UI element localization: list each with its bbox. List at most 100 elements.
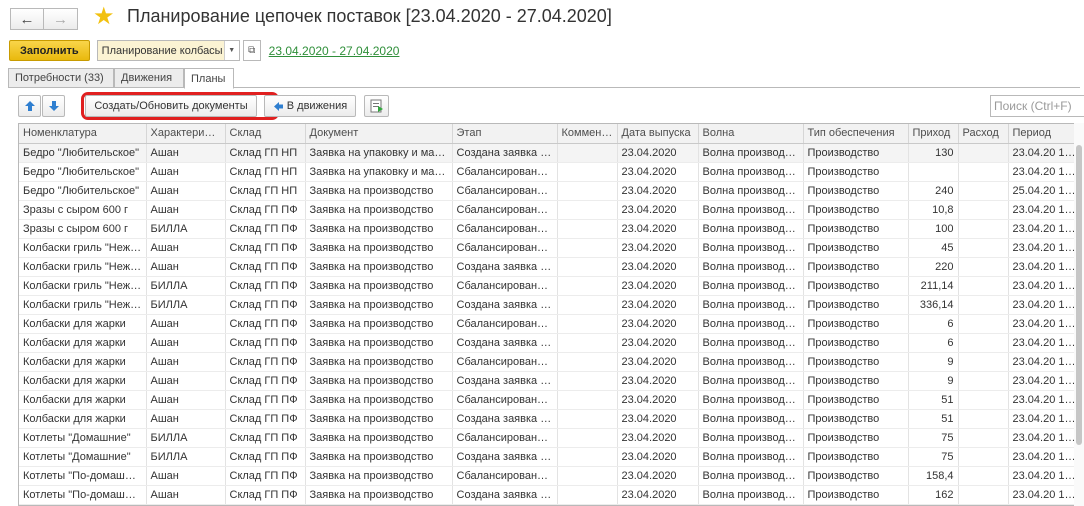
table-cell: Ашан: [146, 390, 226, 410]
table-cell: Заявка на производство: [305, 371, 453, 391]
table-cell: [557, 371, 618, 391]
column-header[interactable]: Характеристика: [146, 124, 226, 144]
table-row[interactable]: Колбаски гриль "Нежные" БИЛЛА Склад ГП ПФ З…: [19, 276, 1083, 296]
table-row[interactable]: Колбаски гриль "Нежные" Ашан Склад ГП ПФ За…: [19, 238, 1083, 258]
table-cell: Склад ГП ПФ: [225, 409, 306, 429]
table-row[interactable]: Зразы с сыром 600 г Ашан Склад ГП ПФ Заявка…: [19, 200, 1083, 220]
table-cell: Производство: [803, 314, 909, 334]
table-cell: [958, 371, 1009, 391]
column-header[interactable]: Комментарий: [557, 124, 618, 144]
table-row[interactable]: Колбаски для жарки Ашан Склад ГП ПФ Заявка …: [19, 390, 1083, 410]
table-cell: 23.04.2020: [617, 181, 699, 201]
search-input[interactable]: Поиск (Ctrl+F): [990, 95, 1084, 117]
table-cell: Волна производства: [698, 409, 804, 429]
scrollbar-thumb[interactable]: [1076, 145, 1082, 445]
table-cell: Производство: [803, 447, 909, 467]
table-cell: Заявка на производство: [305, 181, 453, 201]
back-button[interactable]: ←: [10, 8, 44, 30]
table-cell: 23.04.20 15:00: [1008, 162, 1083, 182]
table-cell: Заявка на производство: [305, 409, 453, 429]
table-cell: 25.04.20 15:00: [1008, 181, 1083, 201]
table-cell: Сбалансирована заявка: [452, 390, 558, 410]
table-cell: Сбалансирована заявка: [452, 219, 558, 239]
table-cell: Ашан: [146, 485, 226, 505]
column-header[interactable]: Этап: [452, 124, 558, 144]
column-header[interactable]: Номенклатура: [19, 124, 147, 144]
table-cell: Заявка на производство: [305, 314, 453, 334]
dropdown-arrow-icon[interactable]: ▼: [223, 41, 239, 60]
period-link[interactable]: 23.04.2020 - 27.04.2020: [269, 44, 400, 58]
table-row[interactable]: Колбаски гриль "Нежные" БИЛЛА Склад ГП ПФ З…: [19, 295, 1083, 315]
table-row[interactable]: Колбаски для жарки Ашан Склад ГП ПФ Заявка …: [19, 333, 1083, 353]
column-header[interactable]: Период: [1008, 124, 1083, 144]
tab-needs[interactable]: Потребности (33): [8, 68, 114, 88]
table-cell: Сбалансирована заявка: [452, 352, 558, 372]
table-cell: Сбалансирована заявка: [452, 428, 558, 448]
table-cell: Заявка на упаковку и маркировку: [305, 162, 453, 182]
table-row[interactable]: Котлеты "Домашние" БИЛЛА Склад ГП ПФ Заявка…: [19, 428, 1083, 448]
table-row[interactable]: Колбаски для жарки Ашан Склад ГП ПФ Заявка …: [19, 352, 1083, 372]
table-row[interactable]: Колбаски гриль "Нежные" Ашан Склад ГП ПФ За…: [19, 257, 1083, 277]
table-cell: [958, 333, 1009, 353]
tab-plans[interactable]: Планы: [184, 68, 234, 89]
table-cell: 23.04.2020: [617, 219, 699, 239]
table-cell: [557, 314, 618, 334]
table-cell: 51: [908, 390, 959, 410]
table-cell: 23.04.20 15:00: [1008, 143, 1083, 163]
table-cell: Склад ГП ПФ: [225, 295, 306, 315]
column-header[interactable]: Тип обеспечения: [803, 124, 909, 144]
move-up-button[interactable]: [18, 95, 41, 117]
table-cell: 23.04.2020: [617, 314, 699, 334]
table-cell: [958, 409, 1009, 429]
forward-button[interactable]: →: [44, 8, 78, 30]
table-cell: Ашан: [146, 162, 226, 182]
table-cell: Волна производства: [698, 276, 804, 296]
export-button[interactable]: [364, 95, 389, 117]
open-plan-button[interactable]: ⧉: [242, 40, 261, 61]
table-cell: Волна производства: [698, 295, 804, 315]
tab-movements[interactable]: Движения: [114, 68, 184, 88]
table-cell: [958, 238, 1009, 258]
table-cell: Производство: [803, 333, 909, 353]
create-update-documents-button[interactable]: Создать/Обновить документы: [85, 95, 257, 117]
table-cell: Производство: [803, 200, 909, 220]
table-row[interactable]: Зразы с сыром 600 г БИЛЛА Склад ГП ПФ Заявк…: [19, 219, 1083, 239]
table-row[interactable]: Колбаски для жарки Ашан Склад ГП ПФ Заявка …: [19, 314, 1083, 334]
table-cell: 23.04.2020: [617, 466, 699, 486]
table-row[interactable]: Бедро "Любительское" Ашан Склад ГП НП Заявк…: [19, 143, 1083, 163]
column-header[interactable]: Склад: [225, 124, 306, 144]
column-header[interactable]: Волна: [698, 124, 804, 144]
table-row[interactable]: Котлеты "По-домашнему" Ашан Склад ГП ПФ Зая…: [19, 466, 1083, 486]
move-down-button[interactable]: [42, 95, 65, 117]
fill-button[interactable]: Заполнить: [9, 40, 90, 61]
table-row[interactable]: Колбаски для жарки Ашан Склад ГП ПФ Заявка …: [19, 409, 1083, 429]
table-cell: Сбалансирована заявка: [452, 200, 558, 220]
table-cell: Волна производства: [698, 447, 804, 467]
table-cell: [557, 352, 618, 372]
arrow-right-icon: →: [53, 10, 68, 28]
table-cell: 23.04.20 18:00: [1008, 219, 1083, 239]
table-cell: Сбалансирована заявка: [452, 238, 558, 258]
table-cell: 10,8: [908, 200, 959, 220]
column-header[interactable]: Расход: [958, 124, 1009, 144]
column-header[interactable]: Документ: [305, 124, 453, 144]
plan-select[interactable]: Планирование колбасы ▼: [96, 40, 240, 61]
table-cell: 23.04.20 18:00: [1008, 466, 1083, 486]
table-row[interactable]: Котлеты "Домашние" БИЛЛА Склад ГП ПФ Заявка…: [19, 447, 1083, 467]
favorite-star-icon[interactable]: ★: [93, 4, 115, 30]
column-header[interactable]: Дата выпуска: [617, 124, 699, 144]
to-movements-button[interactable]: В движения: [264, 95, 356, 117]
table-row[interactable]: Бедро "Любительское" Ашан Склад ГП НП Заявк…: [19, 162, 1083, 182]
table-cell: Создана заявка на производство: [452, 371, 558, 391]
table-row[interactable]: Котлеты "По-домашнему" Ашан Склад ГП ПФ Зая…: [19, 485, 1083, 505]
column-header[interactable]: Приход: [908, 124, 959, 144]
table-cell: Заявка на производство: [305, 295, 453, 315]
table-row[interactable]: Колбаски для жарки Ашан Склад ГП ПФ Заявка …: [19, 371, 1083, 391]
vertical-scrollbar[interactable]: [1074, 123, 1084, 506]
table-cell: [958, 466, 1009, 486]
table-cell: 23.04.2020: [617, 390, 699, 410]
table-cell: Ашан: [146, 352, 226, 372]
table-row[interactable]: Бедро "Любительское" Ашан Склад ГП НП Заявк…: [19, 181, 1083, 201]
plans-table: Номенклатура Характеристика Склад Документ Э…: [18, 123, 1084, 506]
table-cell: Склад ГП НП: [225, 181, 306, 201]
